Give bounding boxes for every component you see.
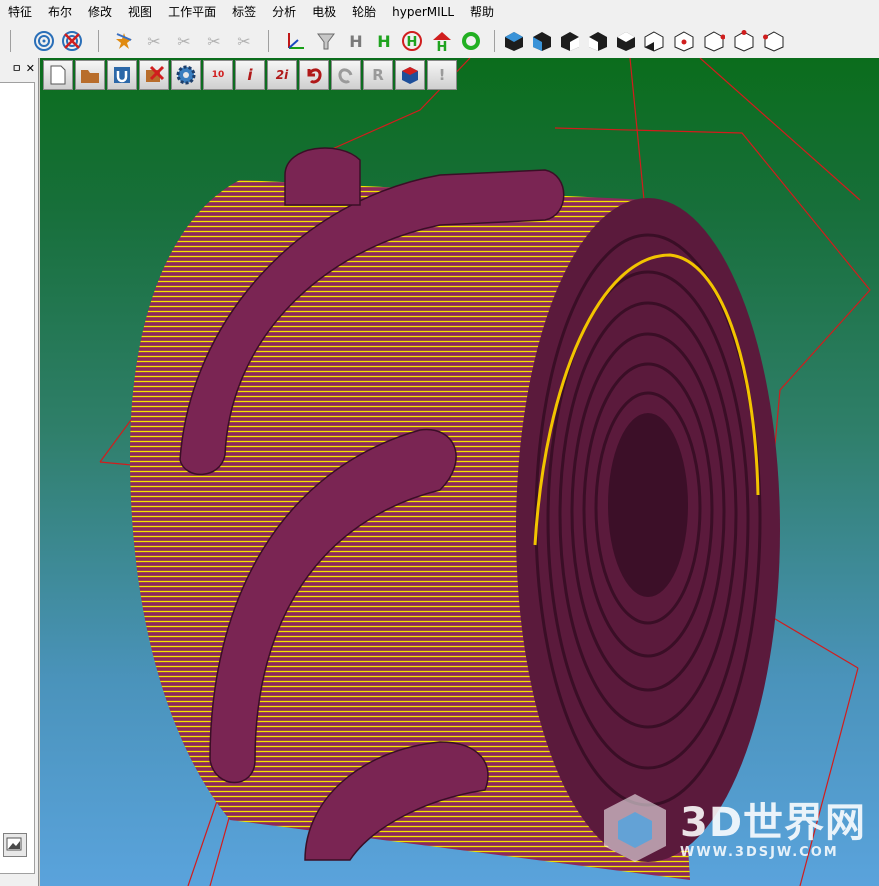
info-icon[interactable]: i bbox=[235, 60, 265, 90]
2i-label: 2i bbox=[275, 68, 289, 82]
menu-item-modify[interactable]: 修改 bbox=[80, 0, 120, 24]
cad-model-render bbox=[99, 58, 871, 886]
menu-item-workplane[interactable]: 工作平面 bbox=[160, 0, 224, 24]
info-label: i bbox=[247, 66, 253, 84]
folder-icon[interactable] bbox=[75, 60, 105, 90]
delete-icon[interactable] bbox=[139, 60, 169, 90]
3d-viewport[interactable] bbox=[40, 58, 879, 886]
browser-tree[interactable] bbox=[0, 82, 35, 874]
viewport-toolbar: 10 i 2i R ! bbox=[43, 60, 457, 90]
milling-icon[interactable]: ✂ bbox=[232, 29, 256, 53]
bore-hole bbox=[608, 413, 688, 597]
main-toolbar: ✂ ✂ ✂ ✂ H H H H bbox=[0, 24, 879, 59]
menu-item-help[interactable]: 帮助 bbox=[462, 0, 502, 24]
menu-item-tire[interactable]: 轮胎 bbox=[344, 0, 384, 24]
svg-text:H: H bbox=[407, 35, 418, 50]
new-doc-icon[interactable] bbox=[43, 60, 73, 90]
redo-icon[interactable] bbox=[331, 60, 361, 90]
menu-item-boolean[interactable]: 布尔 bbox=[40, 0, 80, 24]
toolbar-separator bbox=[98, 30, 99, 52]
warning-label: ! bbox=[438, 66, 446, 84]
panel-image-button[interactable] bbox=[3, 833, 27, 857]
menu-item-hypermill[interactable]: hyperMILL bbox=[384, 0, 462, 24]
svg-text:H: H bbox=[437, 40, 448, 52]
h-green-icon[interactable]: H bbox=[372, 29, 396, 53]
r-label: R bbox=[372, 66, 384, 84]
h-gray-icon[interactable]: H bbox=[344, 29, 368, 53]
menu-item-features[interactable]: 特征 bbox=[0, 0, 40, 24]
cube-view-5[interactable] bbox=[614, 29, 638, 53]
target-icon[interactable] bbox=[32, 29, 56, 53]
watermark-url: WWW.3DSJW.COM bbox=[680, 845, 839, 860]
watermark: 3D世界网 WWW.3DSJW.COM bbox=[600, 790, 870, 870]
cube-view-8[interactable] bbox=[702, 29, 726, 53]
cube-view-7[interactable] bbox=[672, 29, 696, 53]
menu-item-electrode[interactable]: 电极 bbox=[304, 0, 344, 24]
star-tool-icon[interactable] bbox=[112, 29, 136, 53]
cube-view-1[interactable] bbox=[502, 29, 526, 53]
h-green-red-icon[interactable]: H bbox=[430, 29, 454, 53]
menu-bar: 特征 布尔 修改 视图 工作平面 标签 分析 电极 轮胎 hyperMILL 帮… bbox=[0, 0, 879, 24]
warning-icon[interactable]: ! bbox=[427, 60, 457, 90]
h-red-circle-icon[interactable]: H bbox=[400, 29, 424, 53]
r-icon[interactable]: R bbox=[363, 60, 393, 90]
milling-icon[interactable]: ✂ bbox=[202, 29, 226, 53]
cancel-target-icon[interactable] bbox=[60, 29, 84, 53]
menu-item-view[interactable]: 视图 bbox=[120, 0, 160, 24]
panel-header: ㅁ ✕ bbox=[0, 58, 38, 78]
toolbar-separator bbox=[10, 30, 11, 52]
watermark-text: 3D世界网 bbox=[680, 800, 867, 846]
browser-panel: ㅁ ✕ bbox=[0, 58, 39, 886]
watermark-logo-icon bbox=[604, 794, 666, 862]
calc-label: 10 bbox=[211, 70, 225, 80]
calc-icon[interactable]: 10 bbox=[203, 60, 233, 90]
cube-view-4[interactable] bbox=[586, 29, 610, 53]
funnel-icon[interactable] bbox=[314, 29, 338, 53]
cube-view-10[interactable] bbox=[762, 29, 786, 53]
cube-view-2[interactable] bbox=[530, 29, 554, 53]
cube-red-icon[interactable] bbox=[395, 60, 425, 90]
gear-icon[interactable] bbox=[171, 60, 201, 90]
undo-icon[interactable] bbox=[299, 60, 329, 90]
cube-view-6[interactable] bbox=[642, 29, 666, 53]
menu-item-labels[interactable]: 标签 bbox=[224, 0, 264, 24]
toolbar-separator bbox=[268, 30, 269, 52]
ring-green-icon[interactable] bbox=[459, 29, 483, 53]
2i-icon[interactable]: 2i bbox=[267, 60, 297, 90]
milling-icon[interactable]: ✂ bbox=[142, 29, 166, 53]
toolbar-separator bbox=[494, 30, 495, 52]
axis-icon[interactable] bbox=[284, 29, 308, 53]
cube-view-9[interactable] bbox=[732, 29, 756, 53]
close-icon[interactable]: ✕ bbox=[26, 62, 35, 75]
pin-icon[interactable]: ㅁ bbox=[12, 60, 22, 76]
cube-view-3[interactable] bbox=[558, 29, 582, 53]
milling-icon[interactable]: ✂ bbox=[172, 29, 196, 53]
menu-item-analysis[interactable]: 分析 bbox=[264, 0, 304, 24]
magnet-icon[interactable] bbox=[107, 60, 137, 90]
